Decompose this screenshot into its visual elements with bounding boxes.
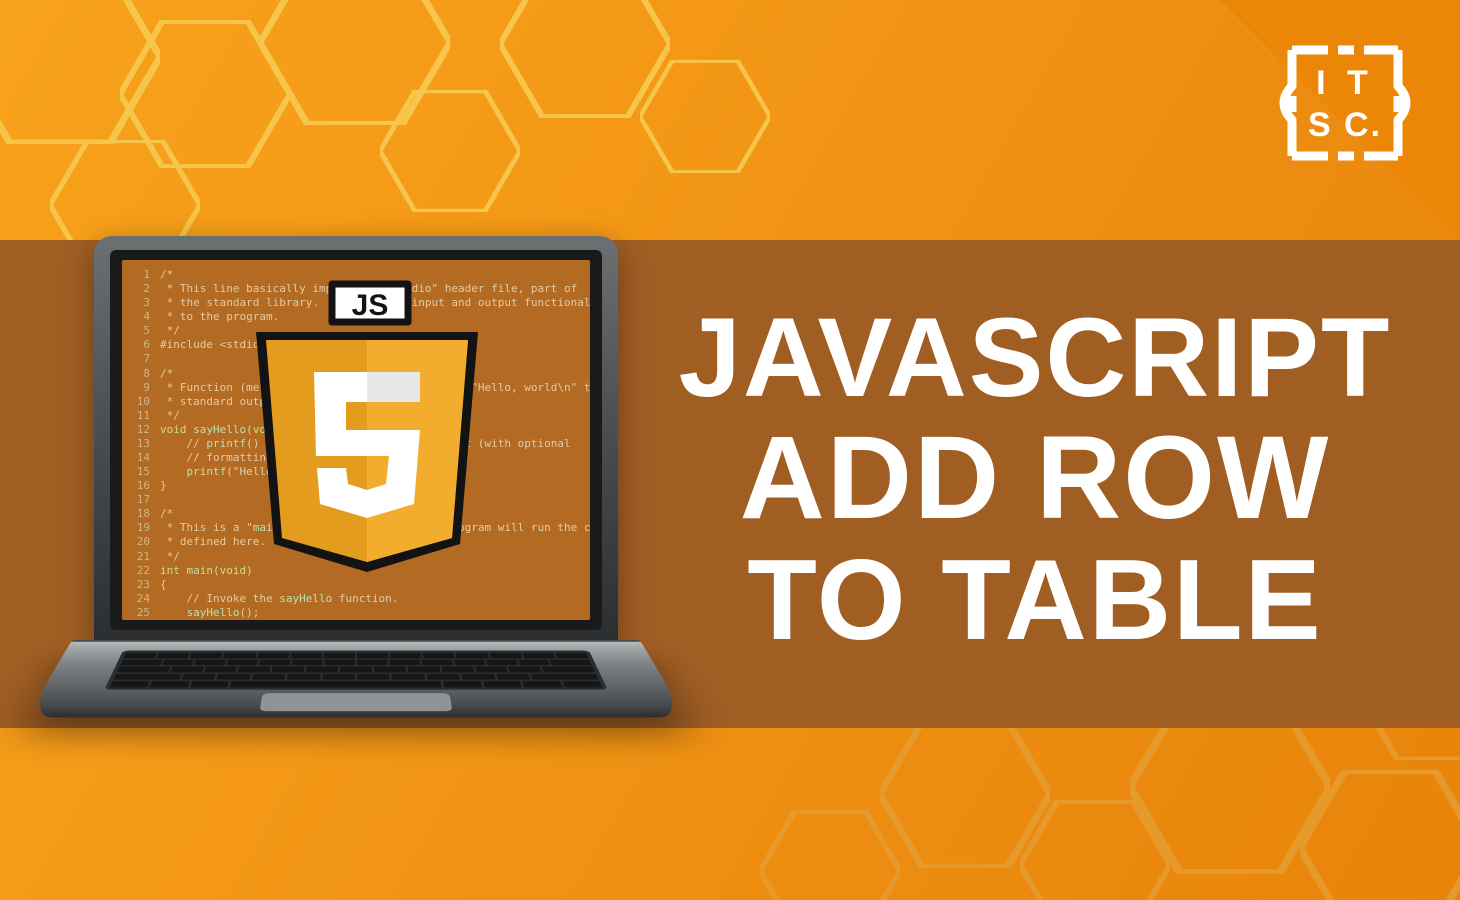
headline: JAVASCRIPT ADD ROW TO TABLE [640,260,1430,700]
headline-line2: ADD ROW [740,417,1331,541]
laptop-keyboard [104,651,607,690]
logo-line1: I T [1316,64,1374,102]
laptop-illustration: 1/* 2 * This line basically imports the … [72,236,640,776]
headline-line3: TO TABLE [747,541,1322,661]
laptop-bezel: 1/* 2 * This line basically imports the … [110,250,602,630]
logo-line2: S C. [1308,106,1382,144]
itsc-logo: I T S C. [1270,28,1420,183]
headline-line1: JAVASCRIPT [679,299,1392,417]
js-badge-label: JS [352,289,389,322]
laptop-trackpad [260,693,453,711]
banner-stage: I T S C. JAVASCRIPT ADD ROW TO TABLE 1/*… [0,0,1460,900]
laptop-screen: 1/* 2 * This line basically imports the … [122,260,590,620]
js-shield-badge: JS [242,280,492,585]
laptop-lid: 1/* 2 * This line basically imports the … [94,236,618,648]
laptop-deck [26,640,686,717]
